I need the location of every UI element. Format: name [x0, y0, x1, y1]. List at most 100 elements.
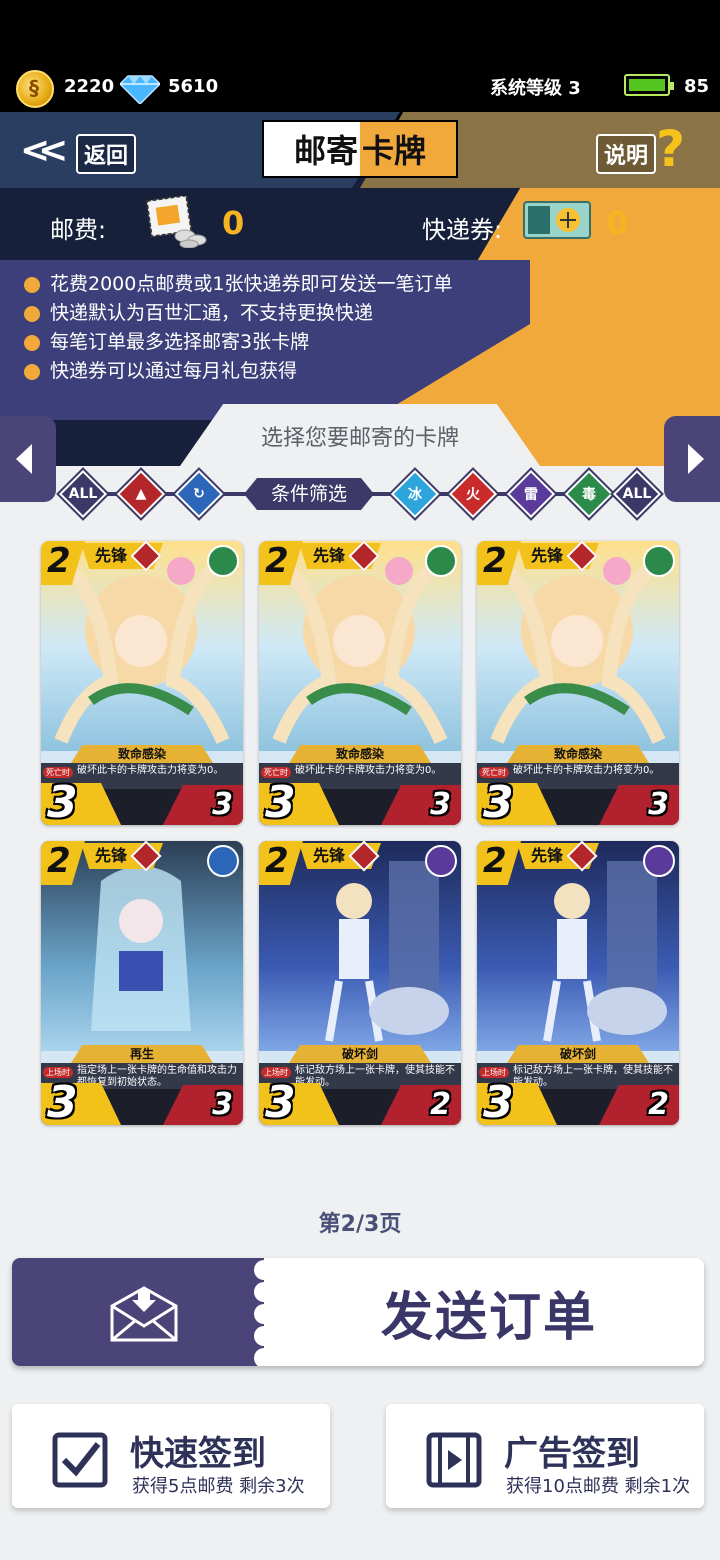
card-cost: 2 [483, 841, 507, 881]
bullet-icon [24, 363, 40, 380]
card-cost: 2 [265, 541, 289, 581]
system-level: 系统等级 3 [490, 78, 581, 99]
card-attack: 3 [47, 1077, 78, 1125]
stamp-icon [145, 196, 207, 248]
page-title: 邮寄 卡牌 [262, 120, 458, 178]
checkbox-icon [52, 1432, 108, 1488]
rules-list: 花费2000点邮费或1张快递券即可发送一笔订单 快递默认为百世汇通，不支持更换快… [24, 270, 452, 386]
status-bar: 2220 5610 系统等级 3 85 [0, 68, 720, 108]
card-attack: 3 [265, 1077, 296, 1125]
card-hp: 3 [648, 787, 669, 822]
next-page-button[interactable] [664, 416, 720, 502]
card-attack: 3 [483, 777, 514, 825]
express-coupon-value: 0 [606, 204, 629, 242]
bullet-icon [24, 334, 40, 351]
card-item[interactable]: 2 先锋 致命感染 死亡时 破坏此卡的卡牌攻击力将变为0。 3 3 [259, 541, 461, 825]
card-cost: 2 [47, 841, 71, 881]
double-chevron-left-icon: << [20, 130, 68, 171]
back-label: 返回 [76, 134, 137, 174]
battery-icon [624, 74, 674, 96]
element-icon [207, 845, 239, 877]
quick-signin-title: 快速签到 [130, 1434, 266, 1474]
card-cost: 2 [265, 841, 289, 881]
select-title: 选择您要邮寄的卡牌 [260, 426, 459, 451]
card-cost: 2 [47, 541, 71, 581]
rule-text: 花费2000点邮费或1张快递券即可发送一笔订单 [50, 273, 453, 295]
card-item[interactable]: 2 先锋 致命感染 死亡时 破坏此卡的卡牌攻击力将变为0。 3 3 [477, 541, 679, 825]
element-icon [643, 845, 675, 877]
send-order-label: 发送订单 [380, 1287, 597, 1348]
filter-fire-label: 火 [466, 487, 480, 503]
title-part-2: 卡牌 [360, 122, 456, 176]
card-skill-name: 破坏剑 [289, 1045, 431, 1063]
card-item[interactable]: 2 先锋 破坏剑 上场时 标记敌方场上一张卡牌，使其技能不能发动。 3 2 [477, 841, 679, 1125]
rule-text: 快递默认为百世汇通，不支持更换快递 [50, 302, 374, 324]
header: << 返回 邮寄 卡牌 说明 ? [0, 112, 720, 188]
filter-all-class-label: ALL [68, 486, 98, 502]
back-button[interactable]: << 返回 [20, 130, 140, 174]
ad-signin-title: 广告签到 [504, 1434, 640, 1474]
prev-page-button[interactable] [0, 416, 56, 502]
coin-icon [16, 70, 54, 108]
ticket-notch [254, 1348, 274, 1366]
mail-icon [110, 1286, 178, 1342]
card-description: 破坏此卡的卡牌攻击力将变为0。 [513, 765, 660, 776]
bullet-icon [24, 276, 40, 293]
card-hp: 3 [212, 1087, 233, 1122]
card-hp: 2 [430, 1087, 451, 1122]
card-description: 破坏此卡的卡牌攻击力将变为0。 [295, 765, 442, 776]
rule-text: 每笔订单最多选择邮寄3张卡牌 [50, 331, 310, 353]
card-skill-name: 致命感染 [507, 745, 649, 763]
card-item[interactable]: 2 先锋 破坏剑 上场时 标记敌方场上一张卡牌，使其技能不能发动。 3 2 [259, 841, 461, 1125]
rule-item: 快递默认为百世汇通，不支持更换快递 [24, 299, 452, 328]
filter-all-element-label: ALL [622, 486, 652, 502]
card-attack: 3 [47, 777, 78, 825]
ad-signin-subtitle: 获得10点邮费 剩余1次 [506, 1476, 691, 1497]
send-order-button[interactable]: 发送订单 [12, 1258, 704, 1366]
bullet-icon [24, 305, 40, 322]
ad-signin-button[interactable]: 广告签到 获得10点邮费 剩余1次 [386, 1404, 704, 1508]
card-cost: 2 [483, 541, 507, 581]
filter-vanguard-label: ▲ [135, 486, 147, 502]
postage-label: 邮费: [50, 216, 107, 244]
card-hp: 3 [430, 787, 451, 822]
card-description: 破坏此卡的卡牌攻击力将变为0。 [77, 765, 224, 776]
page-indicator: 第2/3页 [318, 1212, 402, 1237]
card-skill-name: 破坏剑 [507, 1045, 649, 1063]
filter-ice-label: 冰 [408, 487, 422, 503]
question-mark-icon: ? [656, 120, 686, 178]
element-icon [643, 545, 675, 577]
video-icon [426, 1432, 482, 1488]
card-skill-name: 再生 [71, 1045, 213, 1063]
card-skill-name: 致命感染 [289, 745, 431, 763]
ticket-notch [254, 1326, 274, 1346]
rule-item: 花费2000点邮费或1张快递券即可发送一笔订单 [24, 270, 452, 299]
help-button[interactable]: 说明 ? [596, 124, 706, 174]
card-item[interactable]: 2 先锋 致命感染 死亡时 破坏此卡的卡牌攻击力将变为0。 3 3 [41, 541, 243, 825]
element-icon [425, 545, 457, 577]
quick-signin-button[interactable]: 快速签到 获得5点邮费 剩余3次 [12, 1404, 330, 1508]
filter-poison-label: 毒 [582, 487, 596, 503]
filter-support-label: ↻ [193, 486, 205, 502]
element-icon [207, 545, 239, 577]
rule-item: 快递券可以通过每月礼包获得 [24, 357, 452, 386]
card-attack: 3 [483, 1077, 514, 1125]
card-skill-name: 致命感染 [71, 745, 213, 763]
express-ticket-icon [523, 201, 591, 239]
ticket-notch [254, 1260, 274, 1280]
card-hp: 2 [648, 1087, 669, 1122]
express-coupon-label: 快递券: [422, 216, 503, 244]
rule-item: 每笔订单最多选择邮寄3张卡牌 [24, 328, 452, 357]
postage-row: 邮费: 0 快递券: 0 [0, 190, 720, 260]
title-part-1: 邮寄 [264, 122, 360, 176]
ticket-notch [254, 1304, 274, 1324]
battery-level: 85 [684, 76, 710, 97]
card-attack: 3 [265, 777, 296, 825]
filter-thunder-label: 雷 [524, 487, 538, 503]
postage-value: 0 [222, 204, 245, 242]
card-item[interactable]: 2 先锋 再生 上场时 指定场上一张卡牌的生命值和攻击力都恢复到初始状态。 3 3 [41, 841, 243, 1125]
rule-text: 快递券可以通过每月礼包获得 [50, 360, 298, 382]
card-hp: 3 [212, 787, 233, 822]
filter-label: 条件筛选 [244, 478, 374, 510]
help-label: 说明 [596, 134, 657, 174]
